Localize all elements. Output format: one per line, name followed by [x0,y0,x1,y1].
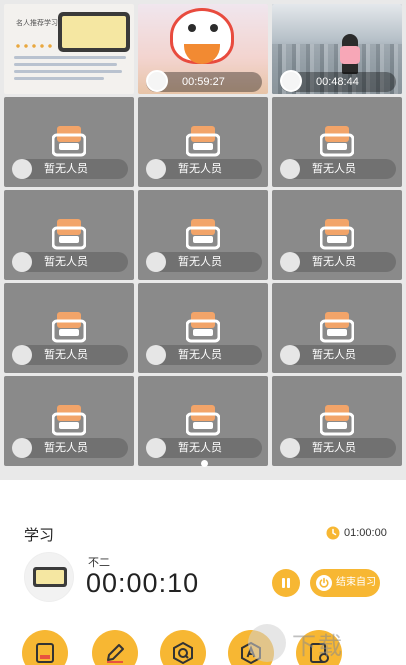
empty-seat-label: 暂无人员 [178,256,222,268]
seat-occupied-3[interactable]: 00:48:44 [272,4,402,94]
seat-icon [320,219,354,250]
seat-empty[interactable]: 暂无人员 [138,190,268,280]
avatar-placeholder [12,438,32,458]
seat-icon [52,126,86,157]
section-title: 学习 [24,527,55,544]
avatar-placeholder [12,345,32,365]
seat-icon [186,312,220,343]
end-study-label: 结束自习 [336,577,376,588]
seat-empty[interactable]: 暂无人员 [4,376,134,466]
tablet-image [58,12,130,52]
empty-seat-label: 暂无人员 [178,349,222,361]
seat-empty[interactable]: 暂无人员 [272,190,402,280]
goal-time: 01:00:00 [344,527,387,539]
seat-icon [186,126,220,157]
empty-seat-label: 暂无人员 [312,256,356,268]
empty-seat-label: 暂无人员 [44,349,88,361]
seat-icon [52,405,86,436]
page-indicator-dot [201,460,208,467]
empty-seat-label: 暂无人员 [44,442,88,454]
seat-timer: 00:59:27 [182,76,225,88]
elapsed-timer: 00:00:10 [86,568,200,598]
seat-icon [320,405,354,436]
avatar[interactable] [24,552,74,602]
pencil-icon[interactable] [92,630,138,665]
seat-timer: 00:48:44 [316,76,359,88]
avatar-placeholder [146,159,166,179]
doc-text-lines [14,56,126,84]
seat-icon [186,405,220,436]
avatar-placeholder [146,252,166,272]
seat-icon [320,126,354,157]
study-panel: 学习 01:00:00 不二 00:00:10 结束自习 下载 [0,480,406,665]
avatar-placeholder [280,159,300,179]
empty-seat-label: 暂无人员 [312,163,356,175]
seat-empty[interactable]: 暂无人员 [4,283,134,373]
study-room-seat-grid: 名人推荐学习 00:59:27 00:48:44 暂无人员 暂无人员 暂无人员 … [0,0,406,480]
seat-icon [186,219,220,250]
watermark-text: 下载 [292,633,344,660]
empty-seat-label: 暂无人员 [178,442,222,454]
avatar [146,70,168,92]
seat-occupied-1[interactable]: 名人推荐学习 [4,4,134,94]
decor-dots [14,42,54,50]
seat-empty[interactable]: 暂无人员 [272,283,402,373]
empty-seat-label: 暂无人员 [312,349,356,361]
avatar-placeholder [12,159,32,179]
empty-seat-label: 暂无人员 [178,163,222,175]
empty-seat-label: 暂无人员 [44,163,88,175]
avatar-placeholder [12,252,32,272]
avatar-placeholder [280,345,300,365]
avatar [280,70,302,92]
seat-empty[interactable]: 暂无人员 [138,283,268,373]
power-icon [316,575,332,591]
seat-empty[interactable]: 暂无人员 [272,97,402,187]
avatar-placeholder [146,438,166,458]
book-icon[interactable] [22,630,68,665]
empty-seat-label: 暂无人员 [44,256,88,268]
seat-empty[interactable]: 暂无人员 [4,190,134,280]
seat-occupied-2[interactable]: 00:59:27 [138,4,268,94]
seat-empty[interactable]: 暂无人员 [138,97,268,187]
empty-seat-label: 暂无人员 [312,442,356,454]
avatar-placeholder [280,438,300,458]
seat-icon [52,219,86,250]
watermark-logo [248,624,286,662]
seat-empty[interactable]: 暂无人员 [272,376,402,466]
seat-icon [320,312,354,343]
seat-icon [52,312,86,343]
watermark: 下载 [246,620,406,665]
end-study-button[interactable]: 结束自习 [310,569,380,597]
doc-title: 名人推荐学习 [16,20,58,27]
avatar-placeholder [146,345,166,365]
seat-empty[interactable]: 暂无人员 [4,97,134,187]
clock-icon [326,526,340,540]
pause-button[interactable] [272,569,300,597]
avatar-placeholder [280,252,300,272]
seat-empty[interactable]: 暂无人员 [138,376,268,466]
q-search-icon[interactable] [160,630,206,665]
